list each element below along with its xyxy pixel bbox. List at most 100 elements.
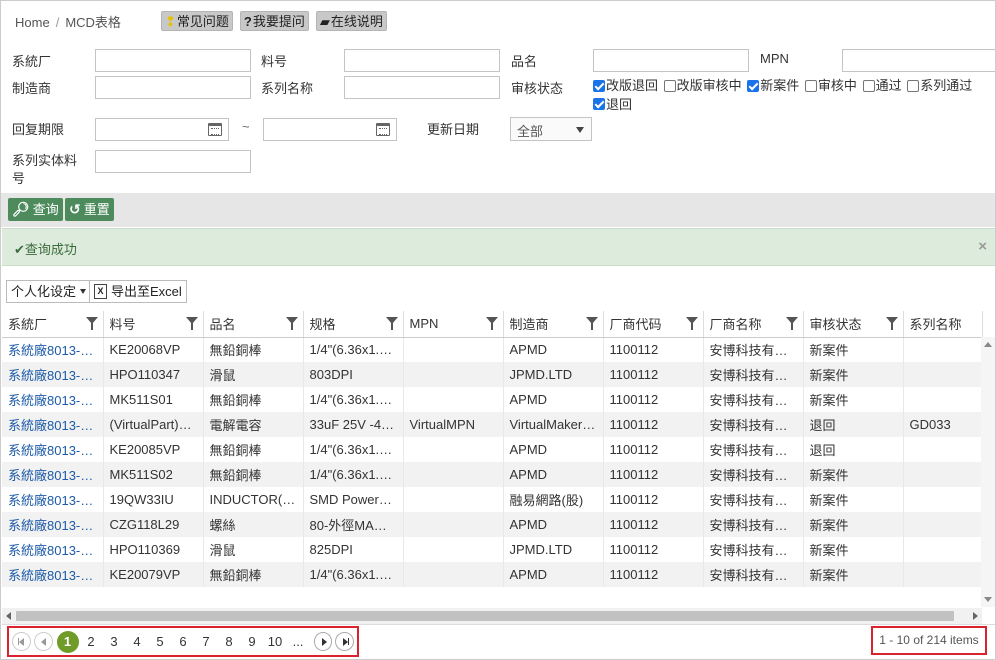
- faq-button[interactable]: ❢常见问题: [161, 11, 233, 31]
- reply-deadline-start-input[interactable]: [95, 118, 229, 141]
- personalize-dropdown[interactable]: 个人化设定: [6, 280, 92, 303]
- column-header[interactable]: 品名: [203, 311, 304, 338]
- status-check-returned[interactable]: 退回: [593, 96, 632, 113]
- checkbox[interactable]: [804, 79, 817, 92]
- checkbox[interactable]: [747, 79, 760, 92]
- status-check-revise-reviewing[interactable]: 改版审核中: [663, 77, 742, 94]
- status-check-passed[interactable]: 通过: [862, 77, 902, 94]
- filter-icon[interactable]: [485, 317, 498, 330]
- table-row[interactable]: 系統廠8013-… MK511S01 無鉛銅棒 1/4"(6.36x1.… APMD 11…: [2, 387, 983, 412]
- page-number[interactable]: 3: [103, 634, 126, 649]
- last-page-icon[interactable]: [335, 632, 354, 651]
- filter-icon[interactable]: [885, 317, 898, 330]
- table-row[interactable]: 系統廠8013-… KE20068VP 無鉛銅棒 1/4"(6.36x1.… APMD 1…: [2, 337, 983, 362]
- scroll-up-icon[interactable]: [984, 342, 992, 347]
- system-factory-link[interactable]: 系統廠8013-…: [2, 487, 104, 512]
- system-factory-link[interactable]: 系統廠8013-…: [2, 412, 104, 437]
- export-excel-button[interactable]: X 导出至Excel: [89, 280, 187, 303]
- table-row[interactable]: 系統廠8013-… (VirtualPart)… 電解電容 33uF 25V -4… V…: [2, 412, 983, 437]
- system-factory-link[interactable]: 系統廠8013-…: [2, 387, 104, 412]
- system-factory-link[interactable]: 系統廠8013-…: [2, 337, 104, 362]
- reply-deadline-end-input[interactable]: [263, 118, 397, 141]
- online-doc-button[interactable]: ▰在线说明: [315, 11, 387, 31]
- system-factory-input[interactable]: [95, 49, 251, 72]
- system-factory-link[interactable]: 系統廠8013-…: [2, 362, 104, 387]
- filter-icon[interactable]: [285, 317, 298, 330]
- page-number[interactable]: 1: [56, 630, 79, 653]
- search-button[interactable]: 🔎︎ 查询: [8, 198, 63, 221]
- page-number[interactable]: 8: [218, 634, 241, 649]
- filter-icon[interactable]: [585, 317, 598, 330]
- column-header[interactable]: 系列名称: [903, 311, 983, 338]
- table-cell: [403, 337, 504, 362]
- system-factory-link[interactable]: 系統廠8013-…: [2, 562, 104, 587]
- table-cell: [403, 562, 504, 587]
- series-name-input[interactable]: [344, 76, 500, 99]
- prev-page-icon[interactable]: [33, 632, 53, 651]
- table-row[interactable]: 系統廠8013-… MK511S02 無鉛銅棒 1/4"(6.36x1.… APMD 11…: [2, 462, 983, 487]
- product-name-input[interactable]: [593, 49, 749, 72]
- filter-icon[interactable]: [385, 317, 398, 330]
- column-header[interactable]: 厂商名称: [703, 311, 804, 338]
- page-number[interactable]: 2: [80, 634, 103, 649]
- system-factory-link[interactable]: 系統廠8013-…: [2, 512, 104, 537]
- filter-icon[interactable]: [85, 317, 98, 330]
- calendar-icon[interactable]: [208, 123, 222, 136]
- column-header[interactable]: 料号: [103, 311, 204, 338]
- calendar-icon[interactable]: [376, 123, 390, 136]
- page-number[interactable]: 6: [172, 634, 195, 649]
- column-header[interactable]: 厂商代码: [603, 311, 704, 338]
- scroll-down-icon[interactable]: [984, 597, 992, 602]
- column-header[interactable]: MPN: [403, 311, 504, 338]
- page-number[interactable]: ...: [287, 634, 310, 649]
- page-number[interactable]: 7: [195, 634, 218, 649]
- filter-icon[interactable]: [185, 317, 198, 330]
- table-row[interactable]: 系統廠8013-… HPO110347 滑鼠 803DPI JPMD.LTD 110011…: [2, 362, 983, 387]
- next-page-icon[interactable]: [313, 632, 333, 651]
- checkbox[interactable]: [907, 79, 920, 92]
- scroll-right-icon[interactable]: [973, 612, 978, 620]
- mpn-input[interactable]: [842, 49, 995, 72]
- horizontal-scrollbar[interactable]: [2, 608, 982, 624]
- update-date-select[interactable]: 全部: [510, 117, 592, 141]
- page-number[interactable]: 5: [149, 634, 172, 649]
- checkbox[interactable]: [862, 79, 875, 92]
- column-header[interactable]: 系統厂: [2, 311, 104, 338]
- filter-icon[interactable]: [785, 317, 798, 330]
- table-row[interactable]: 系統廠8013-… CZG118L29 螺絲 80-外徑MA… APMD 1100112 安…: [2, 512, 983, 537]
- checkbox[interactable]: [663, 79, 676, 92]
- table-row[interactable]: 系統廠8013-… KE20085VP 無鉛銅棒 1/4"(6.36x1.… APMD 1…: [2, 437, 983, 462]
- excel-icon: X: [94, 284, 107, 299]
- column-header[interactable]: 制造商: [503, 311, 604, 338]
- ask-question-button[interactable]: ?我要提问: [239, 11, 309, 31]
- checkbox[interactable]: [593, 79, 605, 92]
- status-check-reviewing[interactable]: 审核中: [804, 77, 857, 94]
- page-number[interactable]: 10: [264, 634, 287, 649]
- table-cell: [403, 537, 504, 562]
- system-factory-link[interactable]: 系統廠8013-…: [2, 537, 104, 562]
- page-number[interactable]: 9: [241, 634, 264, 649]
- breadcrumb-home[interactable]: Home: [15, 15, 50, 30]
- manufacturer-input[interactable]: [95, 76, 251, 99]
- column-header[interactable]: 规格: [303, 311, 404, 338]
- page-number[interactable]: 4: [126, 634, 149, 649]
- scrollbar-thumb[interactable]: [16, 611, 954, 621]
- series-entity-part-input[interactable]: [95, 150, 251, 173]
- table-row[interactable]: 系統廠8013-… HPO110369 滑鼠 825DPI JPMD.LTD 110011…: [2, 537, 983, 562]
- reset-button[interactable]: ↺ 重置: [65, 198, 114, 221]
- part-no-input[interactable]: [344, 49, 500, 72]
- vertical-scrollbar[interactable]: [981, 337, 995, 607]
- system-factory-link[interactable]: 系統廠8013-…: [2, 462, 104, 487]
- status-check-series-passed[interactable]: 系列通过: [907, 77, 972, 94]
- close-icon[interactable]: ×: [978, 238, 987, 255]
- scroll-left-icon[interactable]: [6, 612, 11, 620]
- first-page-icon[interactable]: [12, 632, 31, 651]
- table-row[interactable]: 系統廠8013-… 19QW33IU INDUCTOR(… SMD Power… 融易網…: [2, 487, 983, 512]
- filter-icon[interactable]: [685, 317, 698, 330]
- column-header[interactable]: 审核状态: [803, 311, 904, 338]
- status-check-revise-returned[interactable]: 改版退回: [593, 77, 658, 94]
- table-row[interactable]: 系統廠8013-… KE20079VP 無鉛銅棒 1/4"(6.36x1.… APMD 1…: [2, 562, 983, 587]
- checkbox[interactable]: [593, 98, 605, 110]
- status-check-new-case[interactable]: 新案件: [747, 77, 799, 94]
- system-factory-link[interactable]: 系統廠8013-…: [2, 437, 104, 462]
